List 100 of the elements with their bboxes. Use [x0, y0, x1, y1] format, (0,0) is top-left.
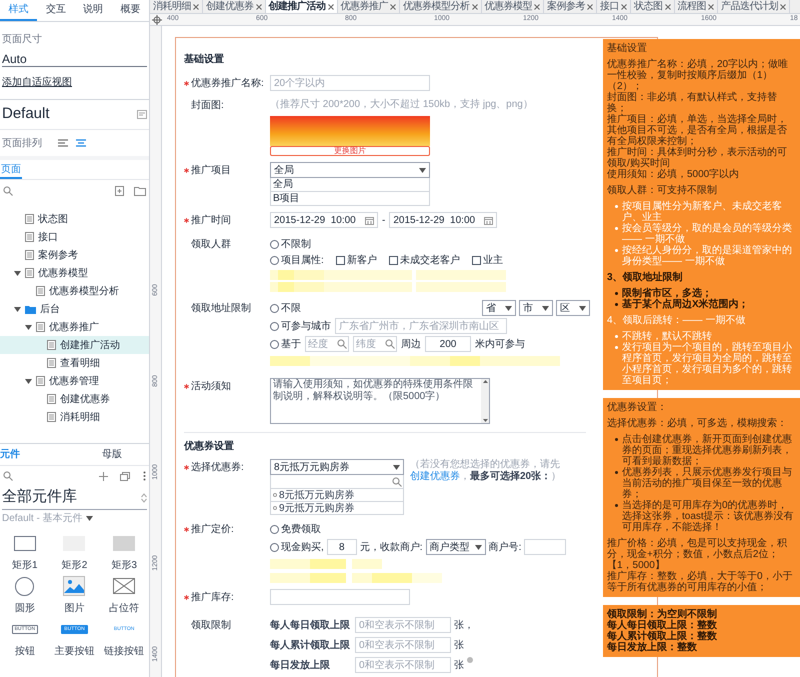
dropdown-option[interactable]: 9元抵万元购房券	[270, 502, 404, 515]
align-left-icon[interactable]	[58, 139, 68, 147]
widget-item[interactable]: 矩形3	[99, 532, 149, 575]
document-tab[interactable]: 产品迭代计划	[718, 0, 790, 13]
page-tree-item[interactable]: 创建推广活动	[0, 336, 149, 354]
page-tree-item[interactable]: 查看明细	[0, 354, 149, 372]
document-tab[interactable]: 接口	[597, 0, 631, 13]
merchant-number-field[interactable]	[524, 539, 566, 555]
limit-field[interactable]: 0和空表示不限制	[355, 637, 451, 653]
close-icon[interactable]	[193, 4, 199, 10]
close-icon[interactable]	[390, 4, 396, 10]
page-tree-item[interactable]: 接口	[0, 228, 149, 246]
radio-button[interactable]	[270, 240, 279, 248]
coupon-dropdown[interactable]: 8元抵万元购房券	[270, 459, 404, 475]
stock-field[interactable]	[270, 589, 410, 605]
dropdown-option[interactable]: B项目	[270, 192, 430, 206]
search-icon[interactable]	[3, 186, 13, 196]
close-icon[interactable]	[780, 4, 786, 10]
plus-icon[interactable]	[99, 472, 108, 480]
close-icon[interactable]	[534, 4, 540, 10]
calendar-icon[interactable]	[365, 216, 374, 224]
date-field[interactable]: 2015-12-29 10:00	[389, 212, 498, 228]
inspector-tab[interactable]: 概要	[112, 0, 149, 21]
radio-button[interactable]	[270, 322, 279, 330]
stack-icon[interactable]	[120, 471, 131, 481]
notice-field[interactable]: 请输入使用须知，如优惠券的特殊使用条件限制说明，解释权说明等。（限5000字）	[270, 378, 490, 424]
page-tree-item[interactable]: 状态图	[0, 210, 149, 228]
document-tab[interactable]: 案例参考	[544, 0, 597, 13]
name-field[interactable]: 20个字以内	[270, 75, 430, 91]
limit-field[interactable]: 0和空表示不限制	[355, 617, 451, 633]
price-field[interactable]: 8	[326, 539, 357, 555]
more-icon[interactable]	[143, 471, 146, 481]
change-image-button[interactable]: 更换图片	[270, 146, 430, 156]
search-icon[interactable]	[337, 339, 347, 349]
arrow-down-icon[interactable]	[482, 419, 488, 422]
checkbox[interactable]	[388, 256, 398, 264]
page-size-field[interactable]: Auto	[2, 51, 147, 67]
search-icon[interactable]	[392, 477, 402, 487]
arrow-up-icon[interactable]	[482, 380, 488, 383]
widget-item[interactable]: 矩形2	[50, 532, 100, 575]
align-center-icon[interactable]	[76, 139, 86, 147]
close-icon[interactable]	[708, 4, 714, 10]
document-tab[interactable]: 优惠券模型分析	[400, 0, 482, 13]
limit-field[interactable]: 0和空表示不限制	[355, 657, 451, 673]
inspector-tab[interactable]: 交互	[37, 0, 74, 21]
page-tree-item[interactable]: 优惠券模型	[0, 264, 149, 282]
radio-button[interactable]	[270, 524, 279, 534]
library-tab[interactable]: 母版	[74, 444, 149, 465]
caret-icon[interactable]	[14, 306, 21, 312]
radio-button[interactable]	[270, 304, 279, 312]
caret-icon[interactable]	[86, 516, 93, 520]
close-icon[interactable]	[587, 4, 593, 10]
close-icon[interactable]	[256, 4, 262, 10]
project-dropdown[interactable]: 全局	[270, 162, 430, 178]
page-tree-item[interactable]: 优惠券模型分析	[0, 282, 149, 300]
dropdown-option[interactable]: 全局	[270, 178, 430, 192]
page-tree-item[interactable]: 优惠券管理	[0, 372, 149, 390]
add-page-icon[interactable]	[115, 186, 124, 196]
region-dropdown[interactable]: 市	[519, 300, 553, 316]
search-icon[interactable]	[385, 339, 395, 349]
document-tab[interactable]: 状态图	[631, 0, 674, 13]
document-tab[interactable]: 创建推广活动	[266, 0, 338, 13]
distance-field[interactable]: 200	[425, 336, 471, 352]
city-field[interactable]: 广东省广州市，广东省深圳市南山区	[335, 318, 507, 334]
create-coupon-link[interactable]: 创建优惠券	[410, 471, 460, 482]
page-tree-item[interactable]: 案例参考	[0, 246, 149, 264]
document-tab[interactable]: 消耗明细	[150, 0, 203, 13]
region-dropdown[interactable]: 区	[556, 300, 590, 316]
calendar-icon[interactable]	[484, 216, 494, 224]
inspector-tab[interactable]: 说明	[74, 0, 112, 21]
caret-icon[interactable]	[14, 270, 21, 276]
page-tree-item[interactable]: 消耗明细	[0, 408, 149, 426]
close-icon[interactable]	[664, 4, 670, 10]
page-tree-item[interactable]: 优惠券推广	[0, 318, 149, 336]
widget-item[interactable]: 图片	[50, 575, 100, 618]
document-tab[interactable]: 流程图	[674, 0, 718, 13]
search-icon[interactable]	[3, 471, 13, 481]
library-tab[interactable]: 元件	[0, 444, 74, 465]
dropdown-option[interactable]: 8元抵万元购房券	[270, 489, 404, 502]
widget-item[interactable]: 占位符	[99, 575, 149, 618]
widget-item[interactable]: 矩形1	[0, 532, 50, 575]
close-icon[interactable]	[328, 4, 334, 10]
document-tab[interactable]: 优惠券模型	[482, 0, 544, 13]
checkbox[interactable]	[336, 256, 345, 264]
page-tree-item[interactable]: 后台	[0, 300, 149, 318]
scrollbar[interactable]	[481, 379, 489, 423]
search-field[interactable]	[270, 475, 404, 489]
page-tree-item[interactable]: 创建优惠券	[0, 390, 149, 408]
coordinate-field[interactable]: 经度	[305, 336, 349, 352]
pages-tab[interactable]: 页面	[0, 162, 22, 179]
coordinate-field[interactable]: 纬度	[353, 336, 397, 352]
caret-icon[interactable]	[25, 324, 32, 330]
document-tab[interactable]: 优惠券推广	[338, 0, 400, 13]
inspector-tab[interactable]: 样式	[0, 0, 38, 21]
checkbox[interactable]	[472, 256, 481, 264]
radio-button[interactable]	[270, 340, 279, 348]
widget-item[interactable]: 圆形	[0, 575, 50, 618]
radio-button[interactable]	[270, 256, 279, 264]
close-icon[interactable]	[472, 4, 478, 10]
date-field[interactable]: 2015-12-29 10:00	[270, 212, 378, 228]
